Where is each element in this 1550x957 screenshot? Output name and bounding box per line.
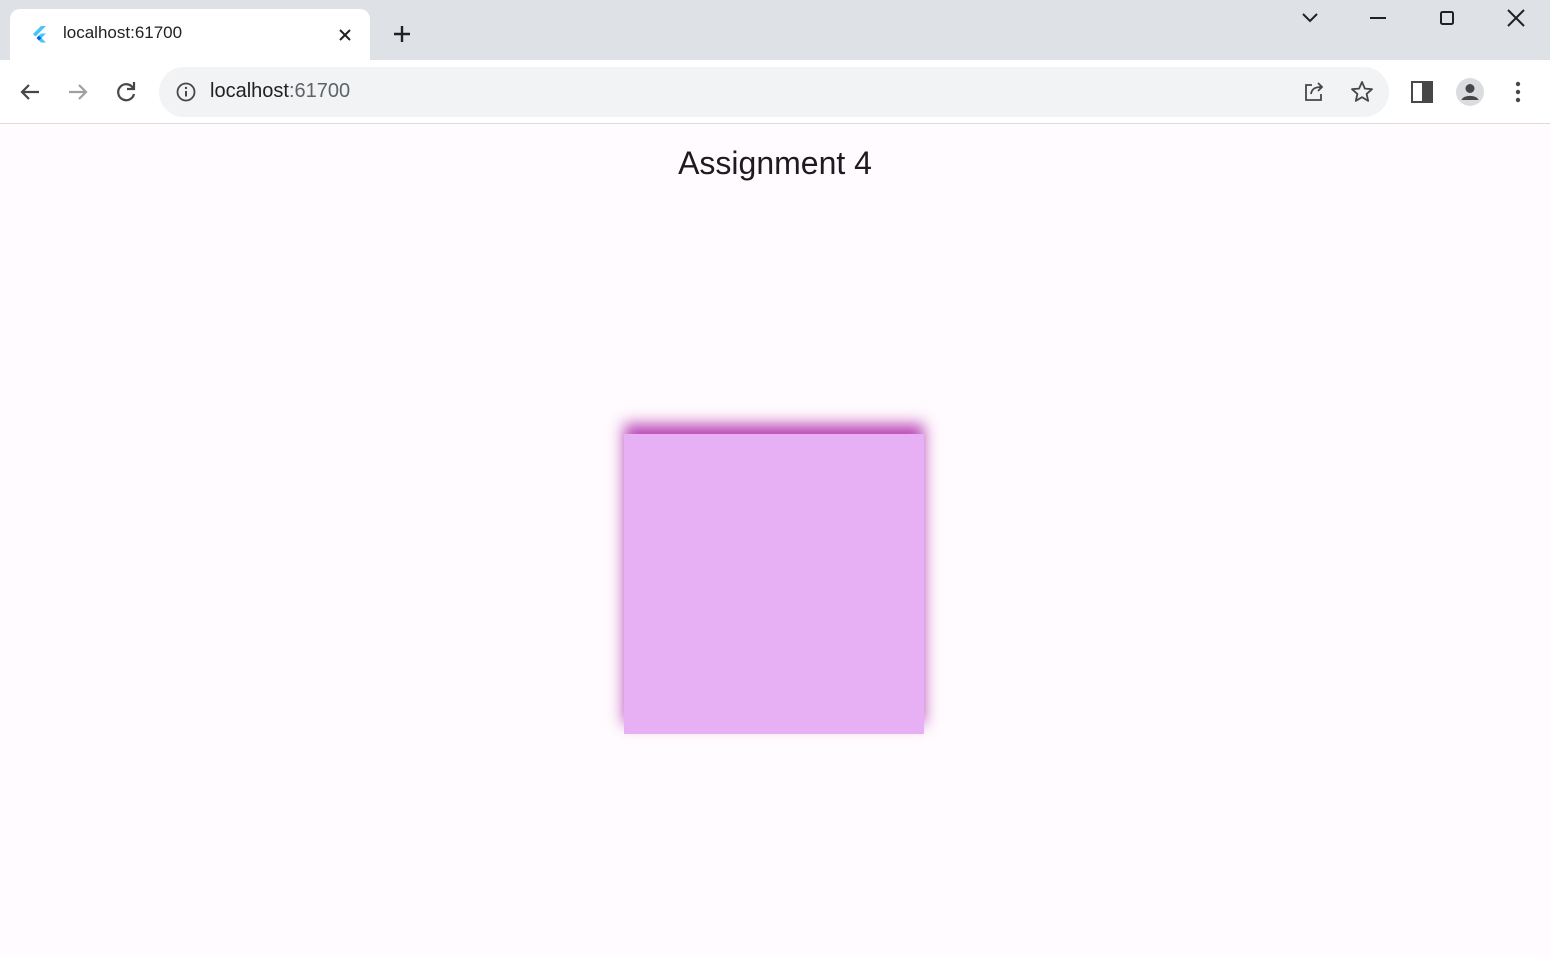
side-panel-icon[interactable]: [1407, 77, 1437, 107]
share-icon[interactable]: [1301, 79, 1327, 105]
plus-icon[interactable]: [388, 20, 416, 48]
url-host: localhost: [210, 80, 289, 102]
browser-tab[interactable]: localhost:61700: [10, 9, 370, 60]
url-port: :61700: [288, 80, 351, 102]
chevron-down-icon[interactable]: [1293, 4, 1327, 32]
minimize-icon[interactable]: [1361, 4, 1395, 32]
page-content: Assignment 4: [0, 125, 1550, 957]
tab-strip: localhost:61700: [0, 0, 1550, 60]
url-text: localhost:61700: [210, 80, 350, 103]
address-bar[interactable]: localhost:61700: [159, 67, 1389, 117]
forward-arrow-icon[interactable]: [63, 77, 93, 107]
info-icon[interactable]: [175, 81, 197, 103]
reload-icon[interactable]: [111, 77, 141, 107]
star-icon[interactable]: [1349, 79, 1375, 105]
flutter-logo-icon: [30, 24, 50, 44]
more-vert-icon[interactable]: [1503, 77, 1533, 107]
maximize-icon[interactable]: [1430, 4, 1464, 32]
tab-title: localhost:61700: [63, 23, 183, 42]
animated-box: [624, 434, 924, 734]
close-tab-icon[interactable]: [334, 24, 356, 46]
profile-icon[interactable]: [1455, 77, 1485, 107]
browser-toolbar: localhost:61700: [0, 60, 1550, 124]
back-arrow-icon[interactable]: [15, 77, 45, 107]
close-icon[interactable]: [1499, 4, 1533, 32]
page-title: Assignment 4: [678, 145, 872, 181]
